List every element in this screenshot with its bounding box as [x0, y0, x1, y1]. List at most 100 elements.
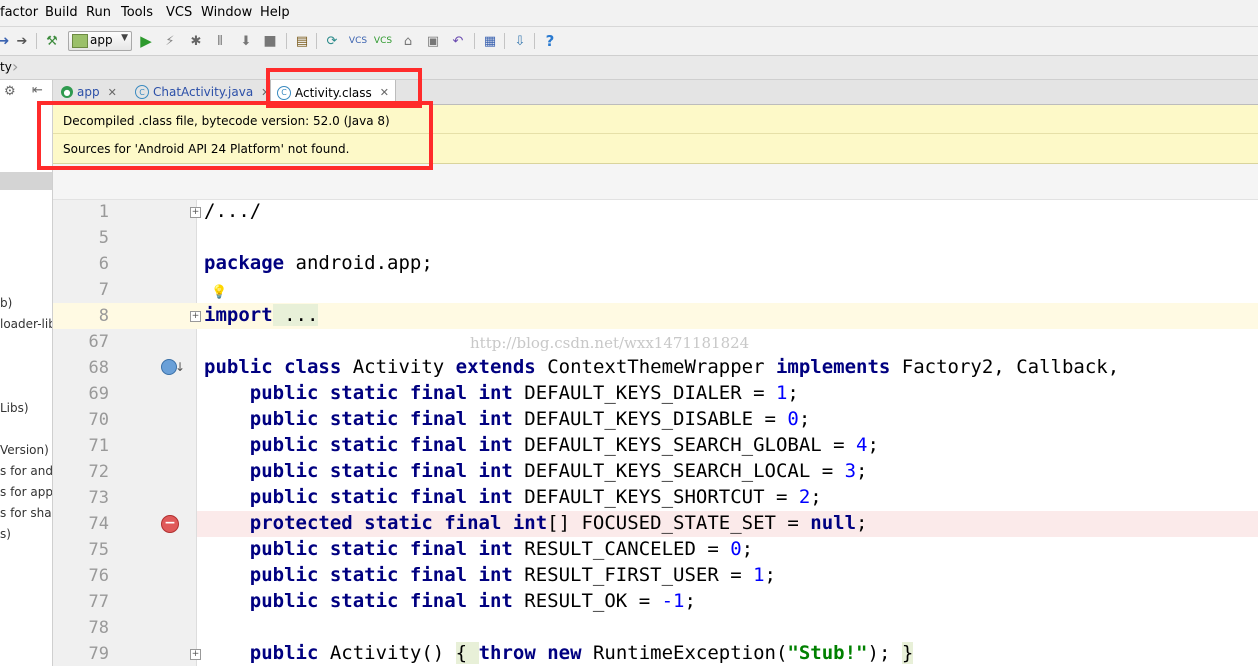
- vcs-compare-icon[interactable]: ▣: [423, 31, 443, 51]
- menu-build[interactable]: Build: [45, 5, 78, 20]
- code-text: RESULT_OK =: [512, 590, 662, 612]
- tree-item[interactable]: loader-lib: [0, 317, 52, 331]
- code-line-77: public static final int RESULT_OK = -1;: [204, 590, 696, 612]
- code-line-74: protected static final int[] FOCUSED_STA…: [204, 512, 868, 534]
- line-number: 73: [88, 488, 109, 508]
- line-number: 70: [88, 410, 109, 430]
- menu-help[interactable]: Help: [260, 5, 290, 20]
- code-text: Activity: [341, 356, 456, 378]
- line-number: 5: [98, 228, 109, 248]
- watermark: http://blog.csdn.net/wxx1471181824: [470, 334, 750, 352]
- code-line-71: public static final int DEFAULT_KEYS_SEA…: [204, 434, 879, 456]
- project-structure-icon[interactable]: ▦: [480, 31, 500, 51]
- lightbulb-icon[interactable]: 💡: [211, 285, 227, 300]
- toolbar-separator: [286, 33, 287, 49]
- code-text: ;: [856, 512, 868, 534]
- fold-expand-icon[interactable]: +: [190, 649, 201, 660]
- code-text: );: [867, 642, 902, 664]
- annotation-box-banner: [37, 101, 433, 170]
- code-text: Factory2, Callback,: [890, 356, 1120, 378]
- tree-item[interactable]: s for andr: [0, 464, 52, 478]
- code-text: ;: [684, 590, 696, 612]
- null-literal: null: [810, 512, 857, 534]
- code-text: DEFAULT_KEYS_SEARCH_GLOBAL =: [512, 434, 857, 456]
- selected-tree-row[interactable]: [0, 172, 52, 190]
- code-line-69: public static final int DEFAULT_KEYS_DIA…: [204, 382, 799, 404]
- code-line-73: public static final int DEFAULT_KEYS_SHO…: [204, 486, 822, 508]
- code-text: RuntimeException(: [581, 642, 788, 664]
- folded-brace[interactable]: }: [901, 642, 914, 664]
- revert-icon[interactable]: ↶: [448, 31, 468, 51]
- breadcrumb[interactable]: ty: [0, 60, 12, 74]
- menu-tools[interactable]: Tools: [121, 5, 153, 20]
- stop-icon[interactable]: ■: [260, 31, 280, 51]
- gear-icon[interactable]: ⚙: [4, 84, 16, 99]
- code-text: ;: [741, 538, 754, 560]
- code-line-72: public static final int DEFAULT_KEYS_SEA…: [204, 460, 868, 482]
- menu-refactor[interactable]: factor: [0, 5, 38, 20]
- tree-item[interactable]: Libs): [0, 401, 29, 415]
- vcs-history-icon[interactable]: ⌂: [398, 31, 418, 51]
- apply-changes-icon[interactable]: ⚡: [160, 31, 180, 51]
- keyword: public static final int: [204, 564, 513, 586]
- line-number: 67: [88, 332, 109, 352]
- folded-brace[interactable]: {: [455, 642, 479, 664]
- fold-expand-icon[interactable]: +: [190, 207, 201, 218]
- tab-label: app: [77, 85, 100, 99]
- navigation-bar: ty ›: [0, 56, 1258, 80]
- code-text: Activity(): [318, 642, 456, 664]
- code-line-6: package android.app;: [204, 252, 433, 274]
- toolbar-separator: [474, 33, 475, 49]
- run-config-label: app: [90, 33, 113, 47]
- fold-expand-icon[interactable]: +: [190, 311, 201, 322]
- number-literal: 4: [856, 434, 868, 456]
- line-number: 71: [88, 436, 109, 456]
- toolbar-separator: [316, 33, 317, 49]
- menu-window[interactable]: Window: [201, 5, 252, 20]
- line-number: 7: [98, 280, 109, 300]
- debug-icon[interactable]: ✱: [186, 31, 206, 51]
- tree-item[interactable]: b): [0, 296, 12, 310]
- sdk-manager-icon[interactable]: ⇩: [510, 31, 530, 51]
- collapse-icon[interactable]: ⇤: [32, 83, 43, 98]
- code-text: DEFAULT_KEYS_DIALER =: [512, 382, 776, 404]
- keyword: protected static final int: [204, 512, 548, 534]
- folded-comment[interactable]: /.../: [204, 200, 261, 222]
- menu-run[interactable]: Run: [86, 5, 111, 20]
- vcs-commit-icon[interactable]: VCS: [373, 31, 393, 51]
- breakpoint-icon[interactable]: −: [161, 515, 179, 533]
- attach-debugger-icon[interactable]: ⬇: [236, 31, 256, 51]
- close-icon[interactable]: ✕: [108, 86, 117, 99]
- keyword: public static final int: [204, 460, 513, 482]
- vcs-update-icon[interactable]: VCS: [348, 31, 368, 51]
- code-text: DEFAULT_KEYS_SHORTCUT =: [512, 486, 799, 508]
- line-number: 72: [88, 462, 109, 482]
- code-line-79: public Activity() { throw new RuntimeExc…: [204, 642, 914, 664]
- code-line-1: /.../: [204, 200, 261, 222]
- tab-label: ChatActivity.java: [153, 85, 254, 99]
- number-literal: 0: [730, 538, 742, 560]
- keyword: import: [204, 304, 273, 326]
- make-project-icon[interactable]: ⚒: [42, 31, 62, 51]
- folded-imports[interactable]: ...: [272, 304, 319, 326]
- code-line-70: public static final int DEFAULT_KEYS_DIS…: [204, 408, 811, 430]
- profile-icon[interactable]: ⫴: [210, 31, 230, 51]
- help-icon[interactable]: ?: [540, 31, 560, 51]
- run-icon[interactable]: ▶: [136, 31, 156, 51]
- code-text: [] FOCUSED_STATE_SET =: [547, 512, 811, 534]
- tree-item[interactable]: Version): [0, 443, 49, 457]
- menu-vcs[interactable]: VCS: [166, 5, 192, 20]
- code-text: android.app;: [284, 252, 433, 274]
- forward-icon[interactable]: ➔: [12, 31, 32, 51]
- avd-manager-icon[interactable]: ▤: [292, 31, 312, 51]
- sync-icon[interactable]: ⟳: [322, 31, 342, 51]
- android-module-icon: [72, 34, 88, 48]
- keyword: public class: [204, 356, 342, 378]
- tree-item[interactable]: s for shar: [0, 506, 52, 520]
- tree-item[interactable]: s for app: [0, 485, 52, 499]
- line-number: 75: [88, 540, 109, 560]
- run-config-select[interactable]: app ▼: [68, 31, 132, 51]
- tree-item[interactable]: s): [0, 527, 11, 541]
- keyword: extends: [455, 356, 536, 378]
- keyword: public static final int: [204, 486, 513, 508]
